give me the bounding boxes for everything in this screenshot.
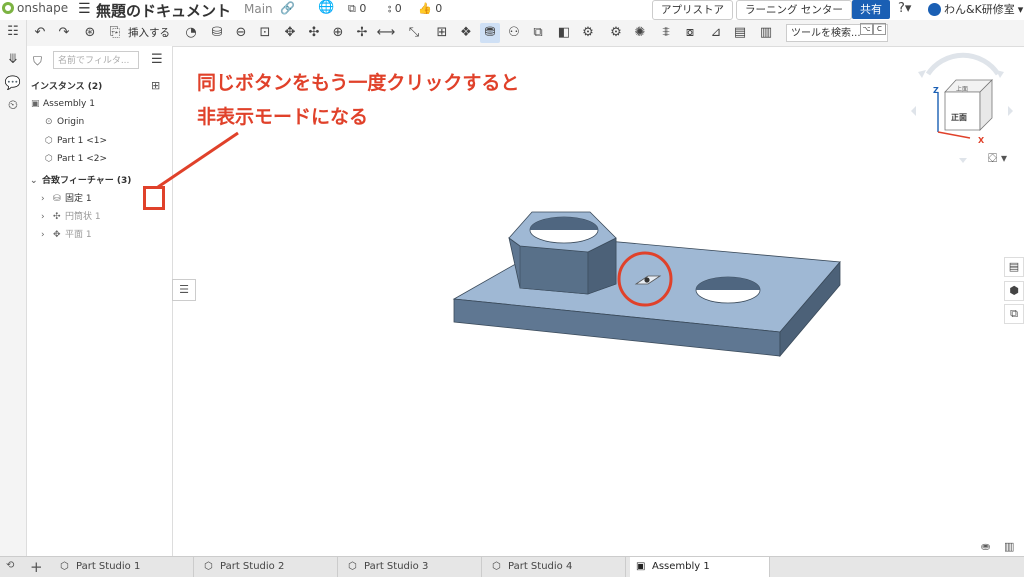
- appearance-panel-icon[interactable]: ▤: [1004, 257, 1024, 277]
- tab-part-studio-2[interactable]: ⬡ Part Studio 2: [198, 557, 338, 577]
- tab-assembly-1[interactable]: ▣ Assembly 1: [630, 557, 770, 577]
- assembly-icon: ▣: [636, 561, 646, 572]
- nut-front-face: [519, 245, 589, 295]
- bom-table-icon[interactable]: ⛂: [981, 540, 990, 553]
- annotation-line-2: 非表示モードになる: [197, 106, 369, 128]
- annotation-line-1: 同じボタンをもう一度クリックすると: [197, 72, 520, 94]
- part-studio-icon: ⬡: [60, 561, 69, 572]
- part-studio-icon: ⬡: [492, 561, 501, 572]
- view-cube: [911, 52, 1013, 163]
- properties-panel-icon[interactable]: ⧉: [1004, 304, 1024, 324]
- cube-panel-icon[interactable]: ⬢: [1004, 281, 1024, 301]
- annotation-highlight-box: [143, 186, 165, 210]
- view-options-cube-icon[interactable]: ⛋ ▾: [988, 151, 1007, 166]
- tab-manager-icon[interactable]: ⟲: [6, 560, 14, 571]
- view-cube-front-label[interactable]: 正面: [951, 112, 967, 123]
- tab-part-studio-1[interactable]: ⬡ Part Studio 1: [54, 557, 194, 577]
- annotation-pointer-line: [157, 131, 239, 189]
- view-cube-top-label[interactable]: 上面: [956, 84, 968, 93]
- axis-x-label: X: [978, 136, 985, 145]
- layout-icon[interactable]: ▥: [1004, 540, 1014, 553]
- tab-bar: ⟲ + ⬡ Part Studio 1 ⬡ Part Studio 2 ⬡ Part …: [0, 556, 1024, 577]
- add-tab-button[interactable]: +: [30, 557, 43, 577]
- tab-part-studio-4[interactable]: ⬡ Part Studio 4: [486, 557, 626, 577]
- axis-z-label: Z: [933, 86, 939, 95]
- tab-part-studio-3[interactable]: ⬡ Part Studio 3: [342, 557, 482, 577]
- part-studio-icon: ⬡: [204, 561, 213, 572]
- part-studio-icon: ⬡: [348, 561, 357, 572]
